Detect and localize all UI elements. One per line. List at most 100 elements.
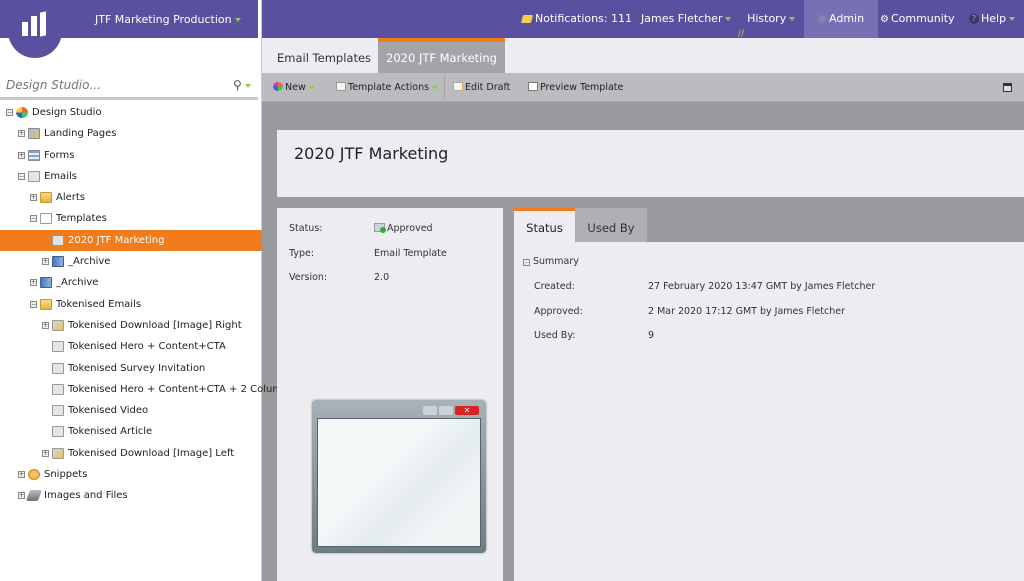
tree-item-label: Alerts	[56, 192, 86, 204]
collapse-icon: -	[523, 259, 530, 266]
tree-item-label: Snippets	[44, 469, 88, 481]
images-files-icon	[25, 490, 43, 502]
template-icon	[336, 82, 346, 91]
version-value: 2.0	[374, 272, 390, 283]
archive-icon	[40, 277, 52, 289]
admin-button[interactable]: Admin	[804, 0, 879, 38]
tree-item-label: _Archive	[56, 277, 99, 289]
tab-status[interactable]: Status	[514, 208, 575, 242]
restore-icon	[439, 406, 453, 415]
status-panel: Status Used By - Summary Created: 27 Febr…	[514, 208, 1024, 581]
tree-item[interactable]: Tokenised Survey Invitation	[0, 358, 262, 379]
tree-item[interactable]: 2020 JTF Marketing	[0, 229, 262, 252]
email-icon	[52, 341, 64, 353]
notifications-button[interactable]: Notifications: 111	[520, 0, 632, 38]
tree-item[interactable]: Tokenised Article	[0, 421, 262, 442]
status-tabs: Status Used By	[514, 208, 1024, 242]
expand-icon[interactable]: +	[18, 130, 25, 138]
chevron-down-icon	[432, 85, 439, 90]
summary-toggle[interactable]: - Summary	[523, 256, 579, 267]
tab-bar: Email Templates 2020 JTF Marketing	[262, 38, 1024, 73]
tree-item-label: Tokenised Hero + Content+CTA + 2 Column	[68, 383, 289, 395]
tree-item[interactable]: Tokenised Video	[0, 400, 262, 421]
tree-search-input[interactable]	[6, 78, 216, 92]
close-icon: ✕	[455, 406, 479, 415]
expand-icon[interactable]: +	[42, 258, 49, 266]
user-menu[interactable]: James Fletcher	[641, 0, 732, 38]
template-preview-thumbnail[interactable]: ✕	[312, 400, 486, 553]
tree-item-label: Landing Pages	[44, 128, 117, 140]
tree-item-label: Tokenised Article	[68, 426, 153, 438]
filter-icon[interactable]: ⚲	[233, 78, 251, 92]
page-title: 2020 JTF Marketing	[294, 144, 449, 163]
collapse-icon[interactable]: −	[18, 172, 25, 180]
tree-item-label: Tokenised Video	[68, 405, 149, 417]
tree-item[interactable]: + Snippets	[0, 464, 262, 485]
created-label: Created:	[534, 281, 575, 292]
community-icon: ⚙	[880, 14, 889, 25]
tree-item[interactable]: − Emails	[0, 166, 262, 187]
expand-icon[interactable]: +	[42, 321, 49, 329]
collapse-icon[interactable]: −	[30, 300, 37, 308]
tab-used-by[interactable]: Used By	[575, 208, 647, 242]
template-actions-button[interactable]: Template Actions	[336, 82, 439, 93]
tree-item-label: Design Studio	[32, 107, 102, 118]
chevron-down-icon	[725, 17, 732, 21]
email-icon	[52, 362, 64, 374]
tree-item[interactable]: − Design Studio	[0, 102, 262, 123]
help-icon: ?	[969, 14, 979, 24]
tree-item[interactable]: − Tokenised Emails	[0, 294, 262, 315]
expand-icon[interactable]: +	[18, 492, 25, 500]
new-icon	[273, 82, 283, 91]
tree-item[interactable]: + Images and Files	[0, 485, 262, 506]
created-value: 27 February 2020 13:47 GMT by James Flet…	[648, 281, 876, 292]
tree-item[interactable]: + Forms	[0, 145, 262, 166]
tree-item[interactable]: − Templates	[0, 208, 262, 229]
tree-item-label: Forms	[44, 149, 75, 161]
approved-label: Approved:	[534, 306, 583, 317]
email-icon	[52, 405, 64, 417]
community-link[interactable]: ⚙ Community	[880, 0, 955, 38]
forms-icon	[28, 149, 40, 161]
expand-icon[interactable]: +	[18, 151, 25, 159]
tree-item[interactable]: + Alerts	[0, 187, 262, 208]
expand-icon[interactable]: +	[30, 194, 37, 202]
history-menu[interactable]: //History	[738, 0, 796, 39]
tree-item-label: Emails	[44, 170, 77, 182]
tree-item[interactable]: + _Archive	[0, 251, 262, 272]
approved-value: 2 Mar 2020 17:12 GMT by James Fletcher	[648, 306, 846, 317]
tree-item-label: Tokenised Hero + Content+CTA	[68, 341, 226, 353]
chevron-down-icon	[234, 18, 241, 22]
tree-item-label: Images and Files	[44, 490, 128, 502]
chevron-down-icon	[789, 17, 796, 21]
marketo-logo[interactable]	[8, 0, 62, 58]
tab-email-templates[interactable]: Email Templates	[277, 38, 371, 73]
tree-item[interactable]: Tokenised Hero + Content+CTA	[0, 336, 262, 357]
tree-item[interactable]: + _Archive	[0, 272, 262, 293]
tree-item[interactable]: + Tokenised Download [Image] Left	[0, 443, 262, 464]
collapse-icon[interactable]: −	[6, 109, 13, 116]
workspace-switcher[interactable]: JTF Marketing Production	[95, 13, 241, 26]
help-menu[interactable]: ? Help	[969, 0, 1016, 38]
expand-icon[interactable]: +	[30, 279, 37, 287]
tree-item-label: Tokenised Emails	[56, 298, 142, 310]
expand-icon[interactable]: +	[42, 449, 49, 457]
new-button[interactable]: New	[273, 82, 315, 93]
preview-template-button[interactable]: Preview Template	[528, 82, 623, 93]
tree-item-label: _Archive	[68, 256, 111, 268]
chevron-down-icon	[308, 85, 315, 90]
used-by-label: Used By:	[534, 330, 576, 341]
tree-item[interactable]: + Tokenised Download [Image] Right	[0, 315, 262, 336]
type-value: Email Template	[374, 248, 447, 259]
edit-draft-button[interactable]: Edit Draft	[453, 82, 510, 93]
design-studio-icon	[16, 107, 28, 118]
collapse-icon[interactable]: −	[30, 215, 37, 223]
version-label: Version:	[289, 272, 328, 283]
expand-icon[interactable]: +	[18, 471, 25, 479]
tree-item[interactable]: + Landing Pages	[0, 123, 262, 144]
maximize-icon[interactable]	[1003, 83, 1012, 92]
asset-header: 2020 JTF Marketing	[277, 130, 1024, 197]
tab-2020-jtf-marketing[interactable]: 2020 JTF Marketing	[378, 38, 505, 73]
tree-item[interactable]: Tokenised Hero + Content+CTA + 2 Column	[0, 379, 288, 400]
status-label: Status:	[289, 223, 323, 234]
